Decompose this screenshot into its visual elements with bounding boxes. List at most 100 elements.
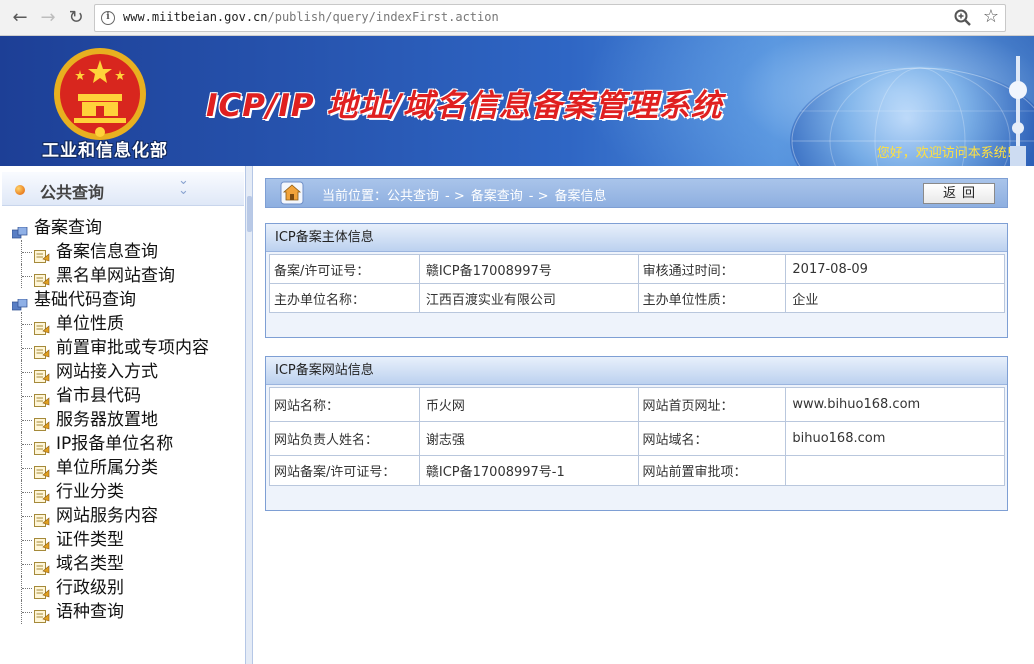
document-edit-icon (34, 270, 50, 287)
home-icon[interactable] (280, 181, 304, 205)
field-value: 企业 (785, 283, 1005, 313)
tree-item-label: 行业分类 (56, 482, 124, 502)
back-arrow-icon[interactable]: ← (8, 6, 32, 30)
panel-footer (266, 486, 1007, 510)
breadcrumb: 当前位置：公共查询 - > 备案查询 - > 备案信息 (322, 185, 607, 204)
tree-item[interactable]: 单位所属分类 (8, 456, 244, 480)
tree-connector (21, 432, 33, 456)
tree-item-label: 行政级别 (56, 578, 124, 598)
field-value: 江西百渡实业有限公司 (418, 283, 639, 313)
tree-item-label: 单位性质 (56, 314, 124, 334)
tree-item[interactable]: 服务器放置地 (8, 408, 244, 432)
tree-item-label: 语种查询 (56, 602, 124, 622)
tree-connector (21, 312, 33, 336)
tree-connector (21, 600, 33, 624)
sidebar: 公共查询 ⌄ ⌄ 备案查询 备案信息查询 黑名单网站查询基础代码查询单位性质前置审批或… (0, 166, 246, 664)
back-button[interactable]: 返回 (923, 183, 995, 204)
tree-connector (21, 360, 33, 384)
tree-item[interactable]: 单位性质 (8, 312, 244, 336)
tree-connector (21, 576, 33, 600)
forward-arrow-icon[interactable]: → (36, 6, 60, 30)
document-edit-icon (34, 318, 50, 335)
url-text[interactable]: www.miitbeian.gov.cn/publish/query/index… (123, 10, 499, 24)
tree-item[interactable]: 行政级别 (8, 576, 244, 600)
url-path: /publish/query/indexFirst.action (267, 10, 499, 24)
tree-connector (21, 456, 33, 480)
collapse-chevron-icon[interactable]: ⌄ ⌄ (178, 174, 189, 197)
field-label: 网站负责人姓名： (269, 421, 420, 456)
tree-item[interactable]: 前置审批或专项内容 (8, 336, 244, 360)
breadcrumb-item[interactable]: 公共查询 (387, 189, 439, 204)
sidebar-title: 公共查询 (40, 183, 105, 202)
tree-connector (21, 552, 33, 576)
ministry-name: 工业和信息化部 (42, 141, 168, 161)
tree-item[interactable]: 语种查询 (8, 600, 244, 624)
document-edit-icon (34, 582, 50, 599)
info-icon[interactable]: i (101, 11, 115, 25)
document-edit-icon (34, 342, 50, 359)
url-host: www.miitbeian.gov.cn (123, 10, 268, 24)
tree-item-label: 前置审批或专项内容 (56, 338, 209, 358)
tree-item-label: 备案信息查询 (56, 242, 158, 262)
field-label: 网站域名： (637, 421, 787, 456)
zoom-icon[interactable] (953, 8, 973, 28)
tree-item[interactable]: 备案信息查询 (8, 240, 244, 264)
reload-icon[interactable]: ↻ (64, 6, 88, 30)
tree-item[interactable]: 行业分类 (8, 480, 244, 504)
national-emblem (54, 48, 146, 140)
tree-item[interactable]: 证件类型 (8, 528, 244, 552)
tree-item[interactable]: 省市县代码 (8, 384, 244, 408)
sidebar-splitter[interactable] (246, 166, 253, 664)
browser-toolbar: ← → ↻ i www.miitbeian.gov.cn/publish/que… (0, 0, 1034, 36)
document-edit-icon (34, 414, 50, 431)
tree-item-label: 域名类型 (56, 554, 124, 574)
field-label: 主办单位性质： (637, 283, 787, 313)
tree-item[interactable]: 网站服务内容 (8, 504, 244, 528)
document-edit-icon (34, 510, 50, 527)
document-edit-icon (34, 486, 50, 503)
tree-connector (21, 240, 33, 264)
tree-item[interactable]: IP报备单位名称 (8, 432, 244, 456)
tree-item[interactable]: 网站接入方式 (8, 360, 244, 384)
document-edit-icon (34, 390, 50, 407)
tree-connector (21, 336, 33, 360)
splitter-handle[interactable] (247, 196, 252, 232)
tree-group-label: 基础代码查询 (34, 290, 136, 310)
bookmark-star-icon[interactable]: ☆ (983, 6, 999, 28)
tree-item-label: IP报备单位名称 (56, 434, 174, 454)
field-value: 赣ICP备17008997号 (418, 254, 639, 284)
breadcrumb-separator: - > (528, 189, 549, 204)
main-content: 当前位置：公共查询 - > 备案查询 - > 备案信息 返回 ICP备案主体信息 备案/… (253, 166, 1034, 664)
tree-item[interactable]: 黑名单网站查询 (8, 264, 244, 288)
document-edit-icon (34, 558, 50, 575)
table-row: 网站负责人姓名： 谢志强 网站域名： bihuo168.com (269, 421, 1005, 456)
tree-item-label: 网站服务内容 (56, 506, 158, 526)
field-label: 网站首页网址： (637, 387, 787, 422)
tree-item-label: 证件类型 (56, 530, 124, 550)
tree-group[interactable]: 备案查询 (8, 216, 244, 240)
tree-connector (21, 480, 33, 504)
document-edit-icon (34, 438, 50, 455)
tree-connector (21, 408, 33, 432)
field-value: 币火网 (418, 387, 639, 422)
tree-item-label: 单位所属分类 (56, 458, 158, 478)
field-label: 网站名称： (269, 387, 420, 422)
breadcrumb-separator: - > (445, 189, 465, 204)
panel-title: ICP备案主体信息 (266, 224, 1007, 252)
document-edit-icon (34, 606, 50, 623)
breadcrumb-item[interactable]: 备案查询 (471, 189, 523, 204)
tree-item-label: 黑名单网站查询 (56, 266, 175, 286)
address-bar[interactable]: i www.miitbeian.gov.cn/publish/query/ind… (94, 4, 1006, 32)
tree-item-label: 网站接入方式 (56, 362, 158, 382)
tree-connector (21, 528, 33, 552)
field-label: 网站前置审批项： (637, 455, 787, 486)
website-info-table: 网站名称： 币火网 网站首页网址： www.bihuo168.com 网站负责人… (269, 387, 1005, 486)
tree-item[interactable]: 域名类型 (8, 552, 244, 576)
field-value: 谢志强 (418, 421, 639, 456)
sidebar-header[interactable]: 公共查询 ⌄ ⌄ (2, 172, 244, 206)
tree-group[interactable]: 基础代码查询 (8, 288, 244, 312)
tree-connector (21, 384, 33, 408)
subject-info-panel: ICP备案主体信息 备案/许可证号： 赣ICP备17008997号 审核通过时间… (265, 223, 1008, 338)
panel-footer (266, 313, 1007, 337)
field-label: 审核通过时间： (637, 254, 787, 284)
